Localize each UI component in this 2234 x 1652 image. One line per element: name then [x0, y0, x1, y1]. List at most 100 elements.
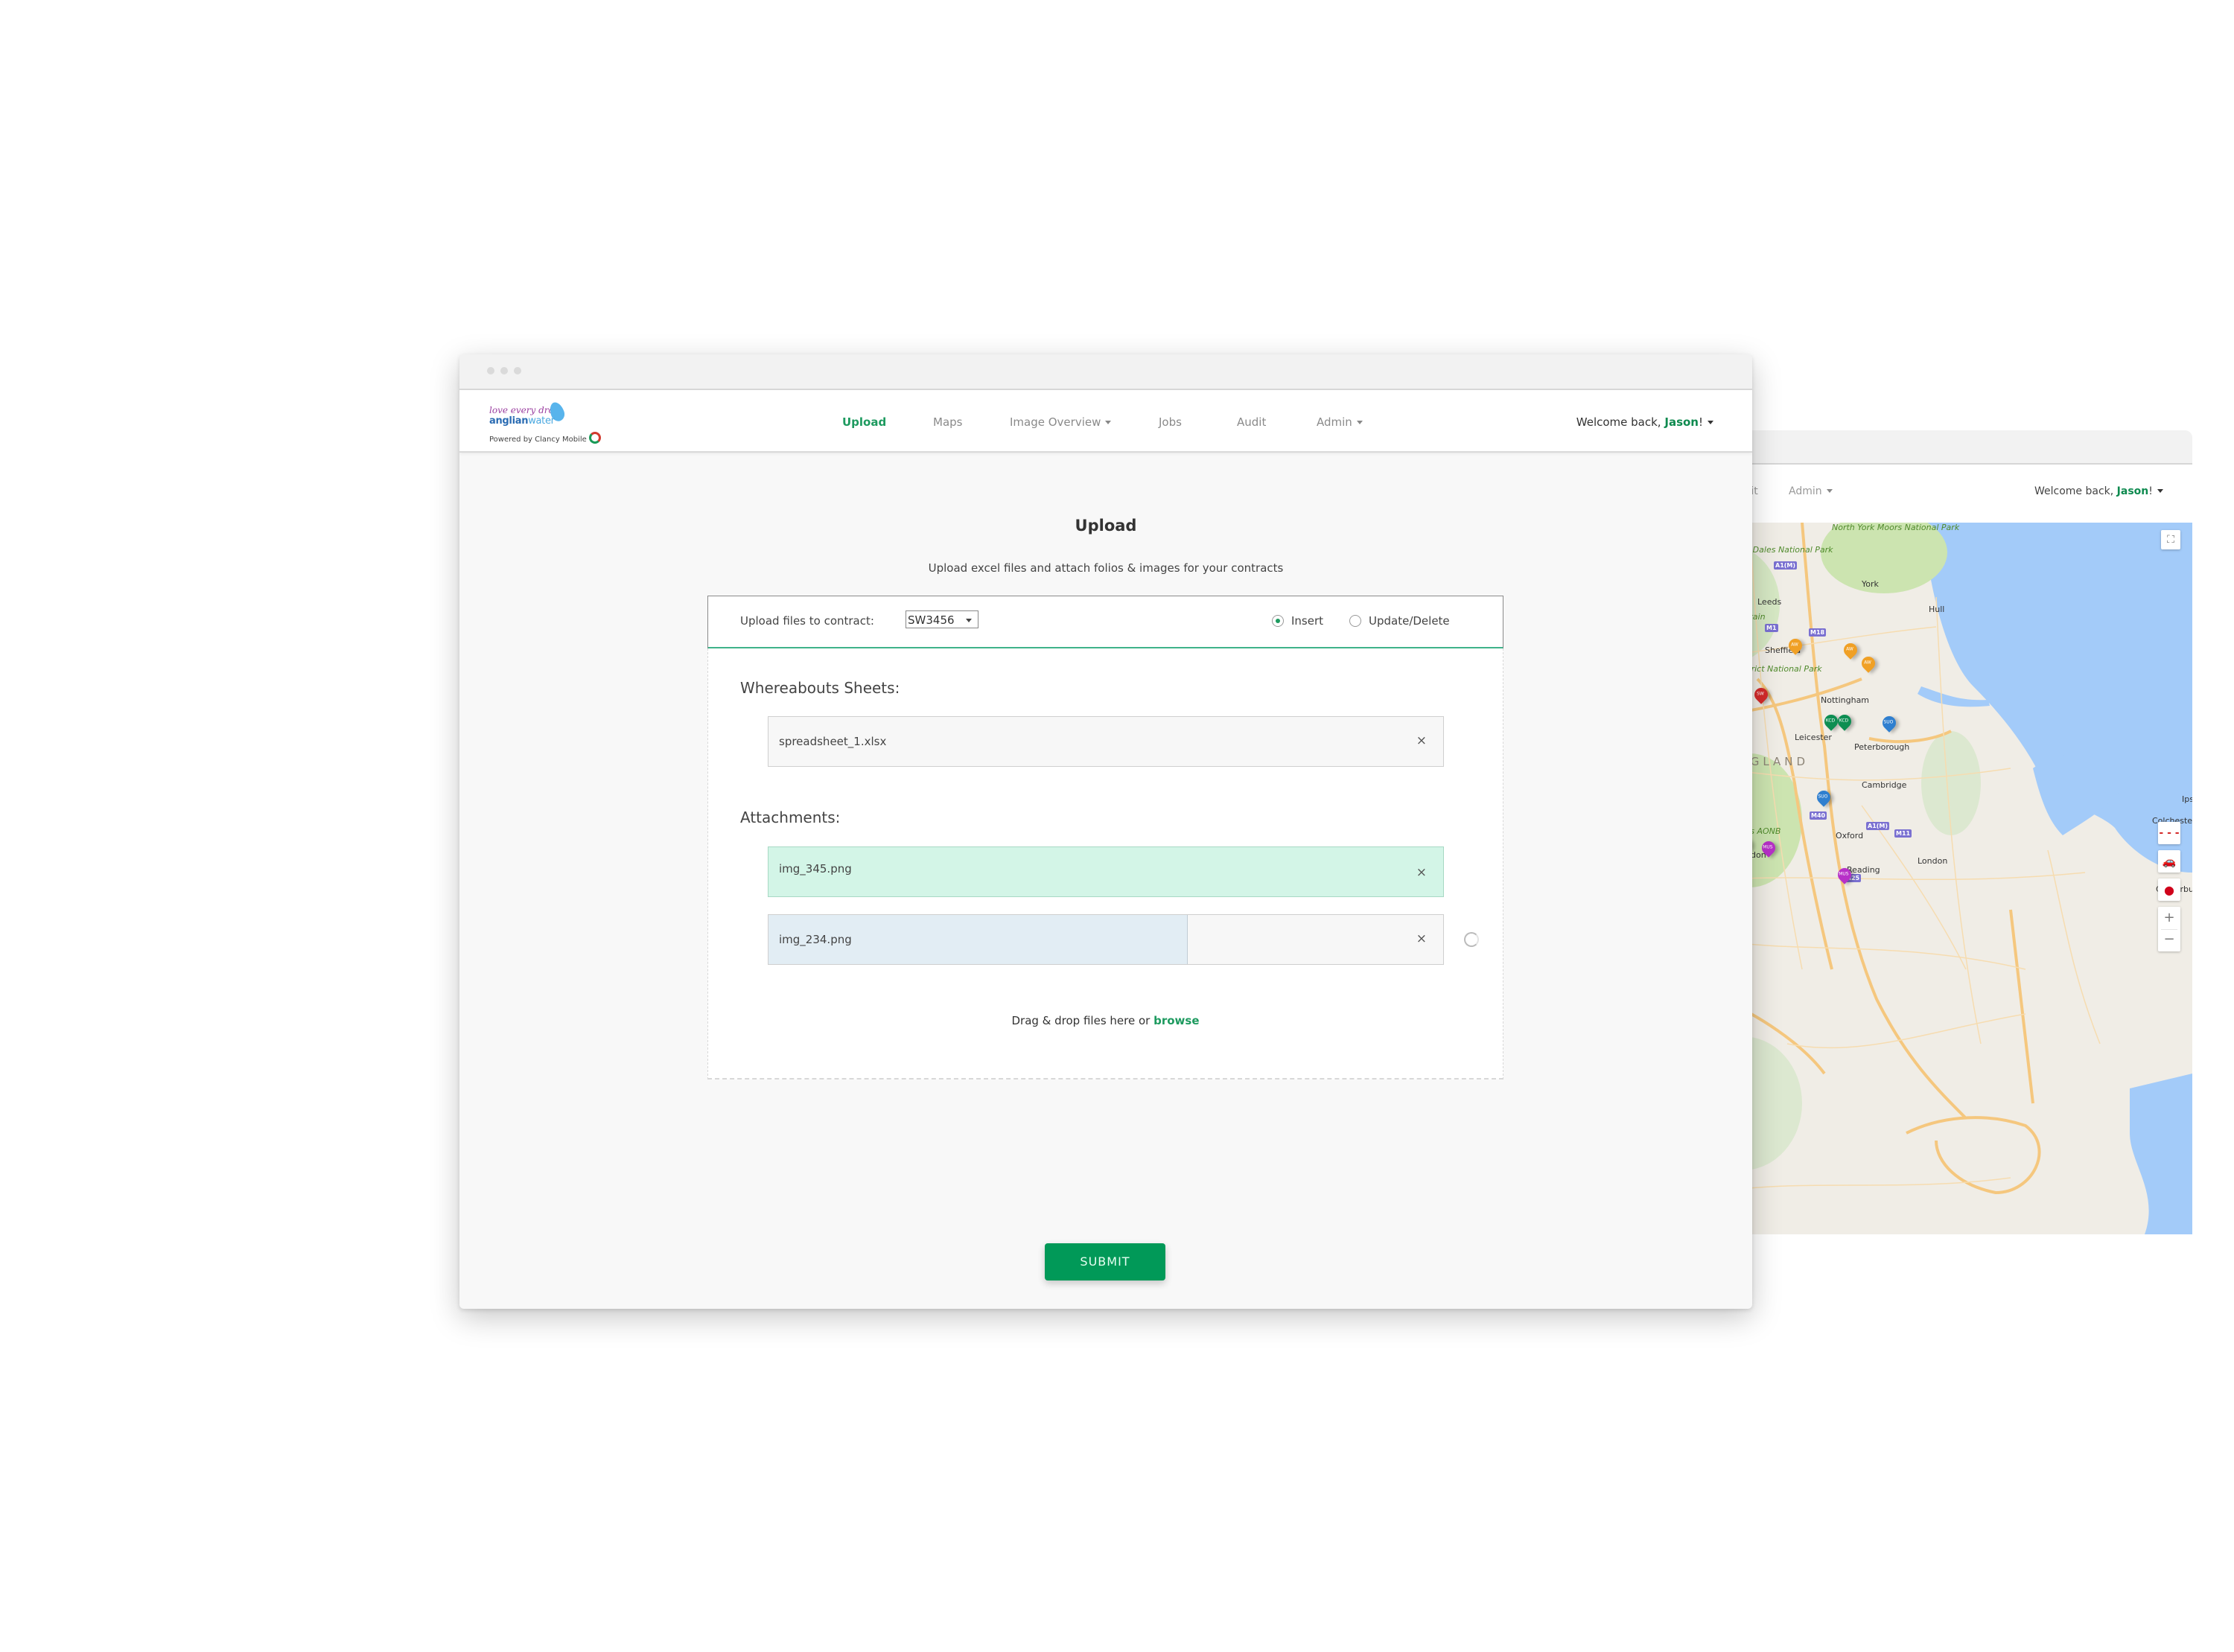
remove-file-button[interactable]: × [1416, 931, 1427, 946]
map-svg [1713, 523, 2192, 1234]
nav-admin-label: Admin [1317, 415, 1352, 429]
mode-update-delete-label: Update/Delete [1369, 614, 1450, 628]
road-shield-label: A1(M) [1866, 822, 1890, 830]
upload-options: Upload files to contract: SW3456 Insert … [707, 596, 1503, 649]
map-canvas[interactable]: North York Moors National Park Yorkshire … [1713, 523, 2192, 1234]
remove-file-button[interactable]: × [1416, 733, 1427, 748]
marker-code: KCD [1825, 718, 1836, 724]
zoom-control: + − [2158, 907, 2180, 951]
marker-code: AW [1791, 642, 1798, 648]
dropzone[interactable]: Whereabouts Sheets: spreadsheet_1.xlsx ×… [707, 648, 1503, 1079]
road-shield-label: A1(M) [1774, 561, 1798, 570]
file-name: spreadsheet_1.xlsx [779, 735, 887, 748]
marker-code: SUO [1883, 719, 1894, 725]
contract-select-value: SW3456 [908, 613, 955, 627]
user-name: Jason [2116, 485, 2149, 497]
thames-estuary [2130, 1074, 2192, 1234]
navbar: Audit Admin Welcome back, Jason! [1713, 465, 2192, 524]
marker-code: SW [1757, 691, 1764, 697]
loading-spinner-icon [1464, 932, 1479, 947]
map-place-label: Cambridge [1862, 780, 1907, 790]
route-toggle-button[interactable]: - - - [2158, 822, 2180, 844]
file-row-spreadsheet: spreadsheet_1.xlsx × [768, 716, 1444, 767]
window-controls [487, 367, 521, 374]
vehicle-toggle-button[interactable]: 🚗 [2158, 850, 2180, 873]
map-pin-icon: ● [2164, 882, 2174, 897]
logo-brand-light: water [528, 415, 555, 427]
nav-image-overview[interactable]: Image Overview [1010, 415, 1112, 429]
map-place-label: York [1862, 579, 1879, 589]
marker-code: AW [1864, 660, 1871, 666]
map-place-label: Ipswich [2182, 794, 2192, 804]
map-place-label: Peterborough [1854, 742, 1910, 752]
welcome-text: Welcome back, [2034, 485, 2117, 497]
marker-code: AW [1846, 646, 1853, 652]
file-name: img_234.png [779, 933, 852, 946]
road-shield-label: M18 [1809, 628, 1827, 637]
map-place-label: North York Moors National Park [1832, 523, 1960, 532]
contract-select[interactable]: SW3456 [906, 610, 978, 628]
zoom-out-button[interactable]: − [2161, 929, 2177, 951]
upload-window: love every drop anglianwater Powered by … [459, 354, 1752, 1309]
radio-unselected-icon [1349, 615, 1361, 627]
mode-insert-label: Insert [1291, 614, 1324, 628]
remove-file-button[interactable]: × [1416, 865, 1427, 880]
nav-admin-label: Admin [1789, 485, 1822, 497]
nav-admin[interactable]: Admin [1317, 415, 1363, 429]
nav-upload[interactable]: Upload [842, 415, 886, 429]
nav-audit[interactable]: Audit [1237, 415, 1266, 429]
fullscreen-icon: ⛶ [2167, 534, 2174, 546]
park-north-york-moors [1821, 523, 1947, 593]
file-name: img_345.png [779, 862, 852, 876]
window-chrome [459, 354, 1752, 390]
dropzone-instructions: Drag & drop files here or browse [708, 1014, 1503, 1027]
welcome-menu[interactable]: Welcome back, Jason! [2034, 485, 2163, 497]
caret-down-icon [966, 619, 972, 622]
car-icon: 🚗 [2162, 855, 2177, 868]
marker-toggle-button[interactable]: ● [2158, 878, 2180, 901]
marker-code: KCD [1839, 718, 1849, 724]
caret-down-icon [2157, 489, 2163, 493]
dropzone-text: Drag & drop files here or [1011, 1014, 1154, 1027]
mode-insert-radio[interactable]: Insert [1272, 614, 1323, 628]
close-window-dot[interactable] [487, 367, 494, 374]
mode-update-delete-radio[interactable]: Update/Delete [1349, 614, 1450, 628]
logo-brand: anglianwater [489, 415, 555, 427]
map-place-label: Nottingham [1821, 695, 1870, 705]
contract-label: Upload files to contract: [740, 614, 874, 628]
page-title: Upload [1075, 517, 1137, 535]
caret-down-icon [1105, 421, 1112, 424]
powered-by-text: Powered by Clancy Mobile [489, 436, 587, 444]
maps-window-background: Audit Admin Welcome back, Jason! [1713, 430, 2234, 1234]
road-shield-label: M1 [1765, 624, 1778, 632]
nav-admin[interactable]: Admin [1789, 485, 1833, 497]
welcome-menu[interactable]: Welcome back, Jason! [1576, 415, 1713, 429]
anglian-water-logo[interactable]: love every drop anglianwater Powered by … [489, 400, 616, 444]
nav-jobs[interactable]: Jobs [1159, 415, 1182, 429]
fullscreen-button[interactable]: ⛶ [2161, 530, 2180, 549]
map-place-label: Leeds [1757, 597, 1782, 607]
submit-button[interactable]: SUBMIT [1045, 1243, 1165, 1281]
welcome-suffix: ! [2148, 485, 2153, 497]
park-lincolnshire-wolds [1921, 731, 1981, 835]
user-name: Jason [1664, 415, 1699, 429]
minimize-window-dot[interactable] [500, 367, 508, 374]
radio-selected-icon [1272, 615, 1284, 627]
logo-brand-bold: anglian [489, 415, 529, 427]
attachments-label: Attachments: [740, 809, 841, 826]
zoom-in-button[interactable]: + [2163, 907, 2174, 929]
marker-code: MUS [1839, 871, 1849, 877]
browse-link[interactable]: browse [1153, 1014, 1199, 1027]
upload-card: Upload files to contract: SW3456 Insert … [707, 596, 1503, 1079]
map-place-label: Hull [1929, 605, 1945, 614]
road-shield-label: M40 [1810, 811, 1827, 820]
nav-maps[interactable]: Maps [933, 415, 962, 429]
caret-down-icon [1356, 421, 1363, 424]
logo-tagline: love every drop [489, 405, 560, 415]
road-shield-label: M11 [1894, 829, 1912, 838]
maximize-window-dot[interactable] [514, 367, 521, 374]
file-row-attachment-complete: img_345.png × [768, 846, 1444, 897]
map-place-label: London [1918, 856, 1948, 866]
file-row-attachment-uploading: img_234.png × [768, 914, 1444, 965]
caret-down-icon [1826, 489, 1833, 493]
